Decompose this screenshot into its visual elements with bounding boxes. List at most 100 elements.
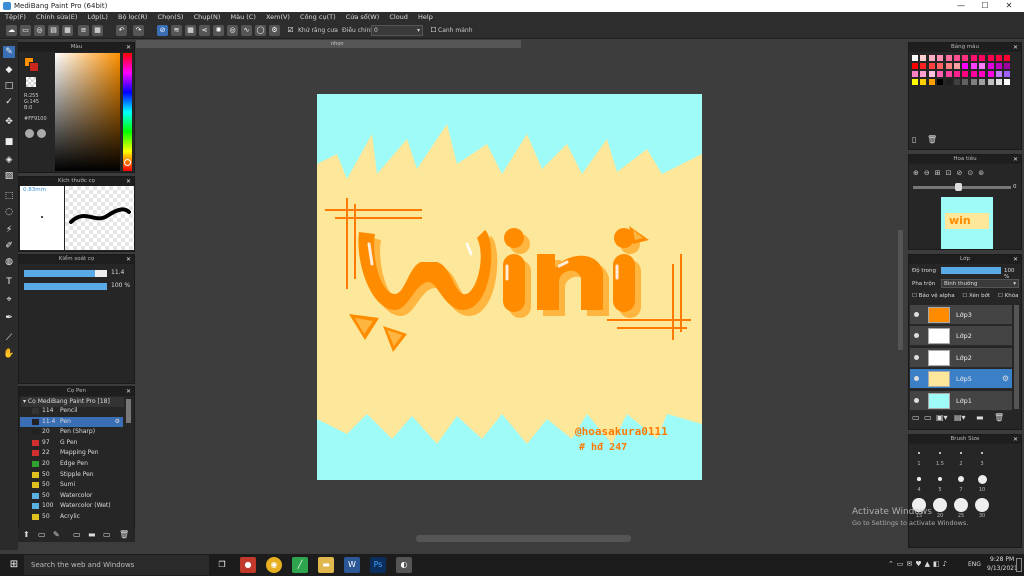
- add-color-icon[interactable]: ▯: [912, 135, 916, 144]
- cloud-icon[interactable]: ☁: [6, 25, 17, 36]
- saturation-value-picker[interactable]: [55, 53, 120, 171]
- brush-item[interactable]: 20 Pen (Sharp): [20, 427, 123, 438]
- color-swatch[interactable]: [912, 71, 918, 77]
- snap-curve-icon[interactable]: ∿: [241, 25, 252, 36]
- visibility-icon[interactable]: [914, 312, 919, 317]
- color-swatch[interactable]: [970, 79, 977, 85]
- close-button[interactable]: ✕: [998, 0, 1020, 12]
- color-swatch[interactable]: [979, 79, 986, 85]
- clock-date[interactable]: 9/13/2021: [987, 565, 1018, 572]
- color-swatch[interactable]: [937, 71, 944, 77]
- color-swatch[interactable]: [945, 55, 952, 61]
- visibility-icon[interactable]: [914, 376, 919, 382]
- color-swatch[interactable]: [962, 55, 969, 61]
- new-file-icon[interactable]: ▭: [20, 25, 31, 36]
- gear-icon[interactable]: ⚙: [1002, 374, 1009, 383]
- select-eraser-icon[interactable]: ◍: [3, 256, 15, 268]
- minimize-button[interactable]: —: [950, 0, 972, 12]
- layer-row[interactable]: Lớp5 ⚙: [910, 369, 1012, 390]
- layer-row[interactable]: Lớp1: [910, 390, 1012, 411]
- color-swatch[interactable]: [928, 71, 935, 77]
- close-icon[interactable]: ✕: [1013, 155, 1018, 164]
- brush-item[interactable]: 50 Stipple Pen: [20, 470, 123, 481]
- menu-color[interactable]: Màu (C): [230, 12, 255, 23]
- protect-alpha-checkbox[interactable]: ☐: [912, 293, 919, 299]
- color-swatch[interactable]: [987, 71, 994, 77]
- duplicate-layer-icon[interactable]: ▭: [924, 413, 932, 422]
- sheets-icon[interactable]: ╱: [292, 557, 308, 573]
- task-view-icon[interactable]: ❐: [214, 557, 230, 573]
- vertical-scrollbar[interactable]: [898, 230, 903, 350]
- color-swatch[interactable]: [979, 71, 986, 77]
- brush-size-preset[interactable]: [975, 498, 989, 512]
- operation-tool-icon[interactable]: ⌖: [3, 294, 15, 306]
- color-wheel-icon[interactable]: [25, 129, 34, 138]
- color-swatch[interactable]: [920, 63, 927, 69]
- transparent-swatch[interactable]: [26, 77, 36, 87]
- color-swatch[interactable]: [912, 63, 918, 69]
- hue-slider[interactable]: [123, 53, 132, 171]
- chat-icon[interactable]: ◎: [34, 25, 45, 36]
- close-icon[interactable]: ✕: [1013, 435, 1018, 444]
- background-color-swatch[interactable]: [29, 62, 39, 72]
- brush-item[interactable]: 11.4 Pen ⚙: [20, 416, 123, 428]
- color-swatch[interactable]: [954, 79, 960, 85]
- close-icon[interactable]: ✕: [1013, 43, 1018, 52]
- brush-item[interactable]: 50 Watercolor: [20, 491, 123, 502]
- maximize-button[interactable]: ☐: [974, 0, 996, 12]
- medibang-icon[interactable]: ◐: [396, 557, 412, 573]
- color-swatch[interactable]: [1004, 71, 1011, 77]
- close-icon[interactable]: ✕: [126, 177, 131, 186]
- zoom-slider[interactable]: [913, 186, 1011, 189]
- new-brush-icon[interactable]: ▭: [38, 530, 46, 539]
- hand-tool-icon[interactable]: ✋: [3, 348, 15, 360]
- text-tool-icon[interactable]: T: [3, 276, 15, 288]
- notifications-icon[interactable]: [1016, 558, 1022, 572]
- color-swatch[interactable]: [979, 55, 986, 61]
- color-swatch[interactable]: [962, 79, 969, 85]
- fill-tool-icon[interactable]: ■: [3, 136, 15, 148]
- color-swatch[interactable]: [987, 79, 994, 85]
- menu-icon[interactable]: ≡: [78, 25, 89, 36]
- color-swatch[interactable]: [996, 71, 1002, 77]
- color-swatch[interactable]: [912, 79, 918, 85]
- brush-tool-icon[interactable]: ✎: [3, 46, 15, 58]
- antialias-checkbox[interactable]: ☑: [285, 25, 296, 36]
- menu-layer[interactable]: Lớp(L): [88, 12, 108, 23]
- brush-size-preset[interactable]: [960, 452, 962, 454]
- app-icon-taskbar[interactable]: ●: [240, 557, 256, 573]
- windows-start-icon[interactable]: ⊞: [6, 557, 22, 573]
- layer-opacity-slider[interactable]: [941, 267, 1001, 274]
- color-swatch[interactable]: [945, 71, 952, 77]
- color-swatch[interactable]: [937, 79, 944, 85]
- color-swatch[interactable]: [996, 79, 1002, 85]
- table-icon[interactable]: ▦: [92, 25, 103, 36]
- photoshop-icon[interactable]: Ps: [370, 557, 386, 573]
- color-swatch[interactable]: [996, 63, 1002, 69]
- brush-size-preset[interactable]: [917, 477, 921, 481]
- color-swatch[interactable]: [928, 63, 935, 69]
- blend-mode-select[interactable]: Bình thường ▾: [941, 279, 1019, 288]
- layer-scrollbar[interactable]: [1014, 305, 1019, 409]
- correction-select[interactable]: 0 ▾: [371, 25, 423, 36]
- menu-cloud[interactable]: Cloud: [389, 12, 408, 23]
- horizontal-scrollbar[interactable]: [416, 535, 631, 542]
- menu-tools[interactable]: Công cụ(T): [300, 12, 336, 23]
- hue-handle[interactable]: [124, 159, 131, 166]
- color-swatch[interactable]: [962, 63, 969, 69]
- brush-item[interactable]: 114 Pencil: [20, 406, 123, 417]
- close-icon[interactable]: ✕: [126, 43, 131, 52]
- delete-color-icon[interactable]: 🗑: [927, 135, 937, 144]
- layer-row[interactable]: Lớp2: [910, 347, 1012, 368]
- add-brush-icon[interactable]: ⬆: [23, 530, 30, 539]
- brush-size-preset[interactable]: [977, 474, 987, 484]
- layer-row[interactable]: Lớp3: [910, 305, 1012, 325]
- brush-size-preset[interactable]: [937, 476, 943, 482]
- panel-divide-icon[interactable]: ⟋: [3, 332, 15, 344]
- brush-size-preset[interactable]: [918, 452, 920, 454]
- brush-size-preset[interactable]: [957, 475, 965, 483]
- add-layer-menu-icon[interactable]: ▣▾: [936, 413, 948, 422]
- copy-brush-icon[interactable]: ▭: [73, 530, 81, 539]
- layer-folder-icon[interactable]: ▬: [976, 413, 984, 422]
- undo-icon[interactable]: ↶: [116, 25, 127, 36]
